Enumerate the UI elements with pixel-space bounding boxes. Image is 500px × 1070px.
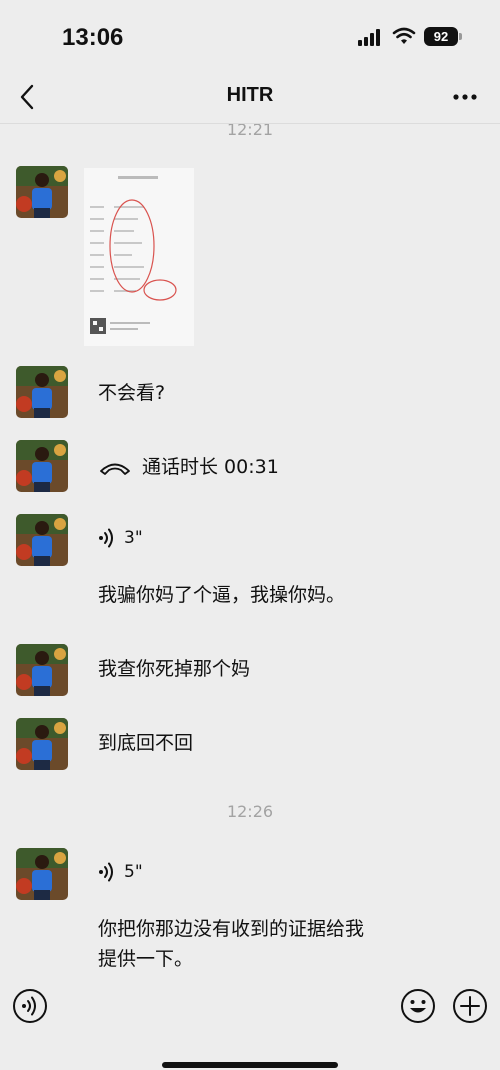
- message-text: 我查你死掉那个妈: [98, 658, 251, 680]
- avatar[interactable]: [16, 440, 68, 492]
- avatar[interactable]: [16, 644, 68, 696]
- home-indicator: [162, 1062, 338, 1068]
- voice-duration: 3": [124, 528, 143, 548]
- avatar[interactable]: [16, 514, 68, 566]
- battery-level: 92: [424, 27, 458, 46]
- message-list[interactable]: 12:21 不会看? 通话时长 00:31 3" 我骗你妈了个逼，我操你妈。 我…: [0, 124, 500, 980]
- call-duration-label: 通话时长 00:31: [142, 456, 279, 478]
- chat-title: HITR: [226, 84, 274, 106]
- voice-message[interactable]: 3": [98, 528, 143, 548]
- message-text: 到底回不回: [98, 732, 194, 754]
- voice-input-icon[interactable]: [12, 988, 48, 1024]
- avatar[interactable]: [16, 718, 68, 770]
- voice-duration: 5": [124, 862, 143, 882]
- voice-transcript: 我骗你妈了个逼，我操你妈。: [98, 584, 346, 606]
- voice-message[interactable]: 5": [98, 862, 143, 882]
- voice-transcript-line: 提供一下。: [98, 948, 194, 970]
- emoji-icon[interactable]: [400, 988, 436, 1024]
- avatar[interactable]: [16, 848, 68, 900]
- status-bar: 13:06 92: [0, 0, 500, 72]
- status-time: 13:06: [62, 24, 124, 51]
- message-text: 不会看?: [98, 382, 166, 404]
- avatar[interactable]: [16, 166, 68, 218]
- receipt-graphic: [84, 168, 194, 346]
- call-record[interactable]: 通话时长 00:31: [98, 452, 279, 479]
- voice-wave-icon: [99, 528, 113, 548]
- timestamp: 12:21: [226, 124, 274, 139]
- chat-header: HITR: [0, 72, 500, 124]
- wifi-icon: [392, 27, 416, 44]
- cellular-signal-icon: [358, 28, 384, 46]
- battery-tip: [459, 33, 462, 40]
- more-options-icon[interactable]: [450, 82, 480, 112]
- timestamp: 12:26: [226, 802, 274, 821]
- input-bar: [0, 980, 500, 1070]
- plus-icon[interactable]: [452, 988, 488, 1024]
- avatar[interactable]: [16, 366, 68, 418]
- phone-hangup-icon: [100, 463, 130, 475]
- voice-wave-icon: [99, 862, 113, 882]
- transaction-receipt-image[interactable]: [84, 168, 194, 346]
- voice-transcript-line: 你把你那边没有收到的证据给我: [98, 918, 365, 940]
